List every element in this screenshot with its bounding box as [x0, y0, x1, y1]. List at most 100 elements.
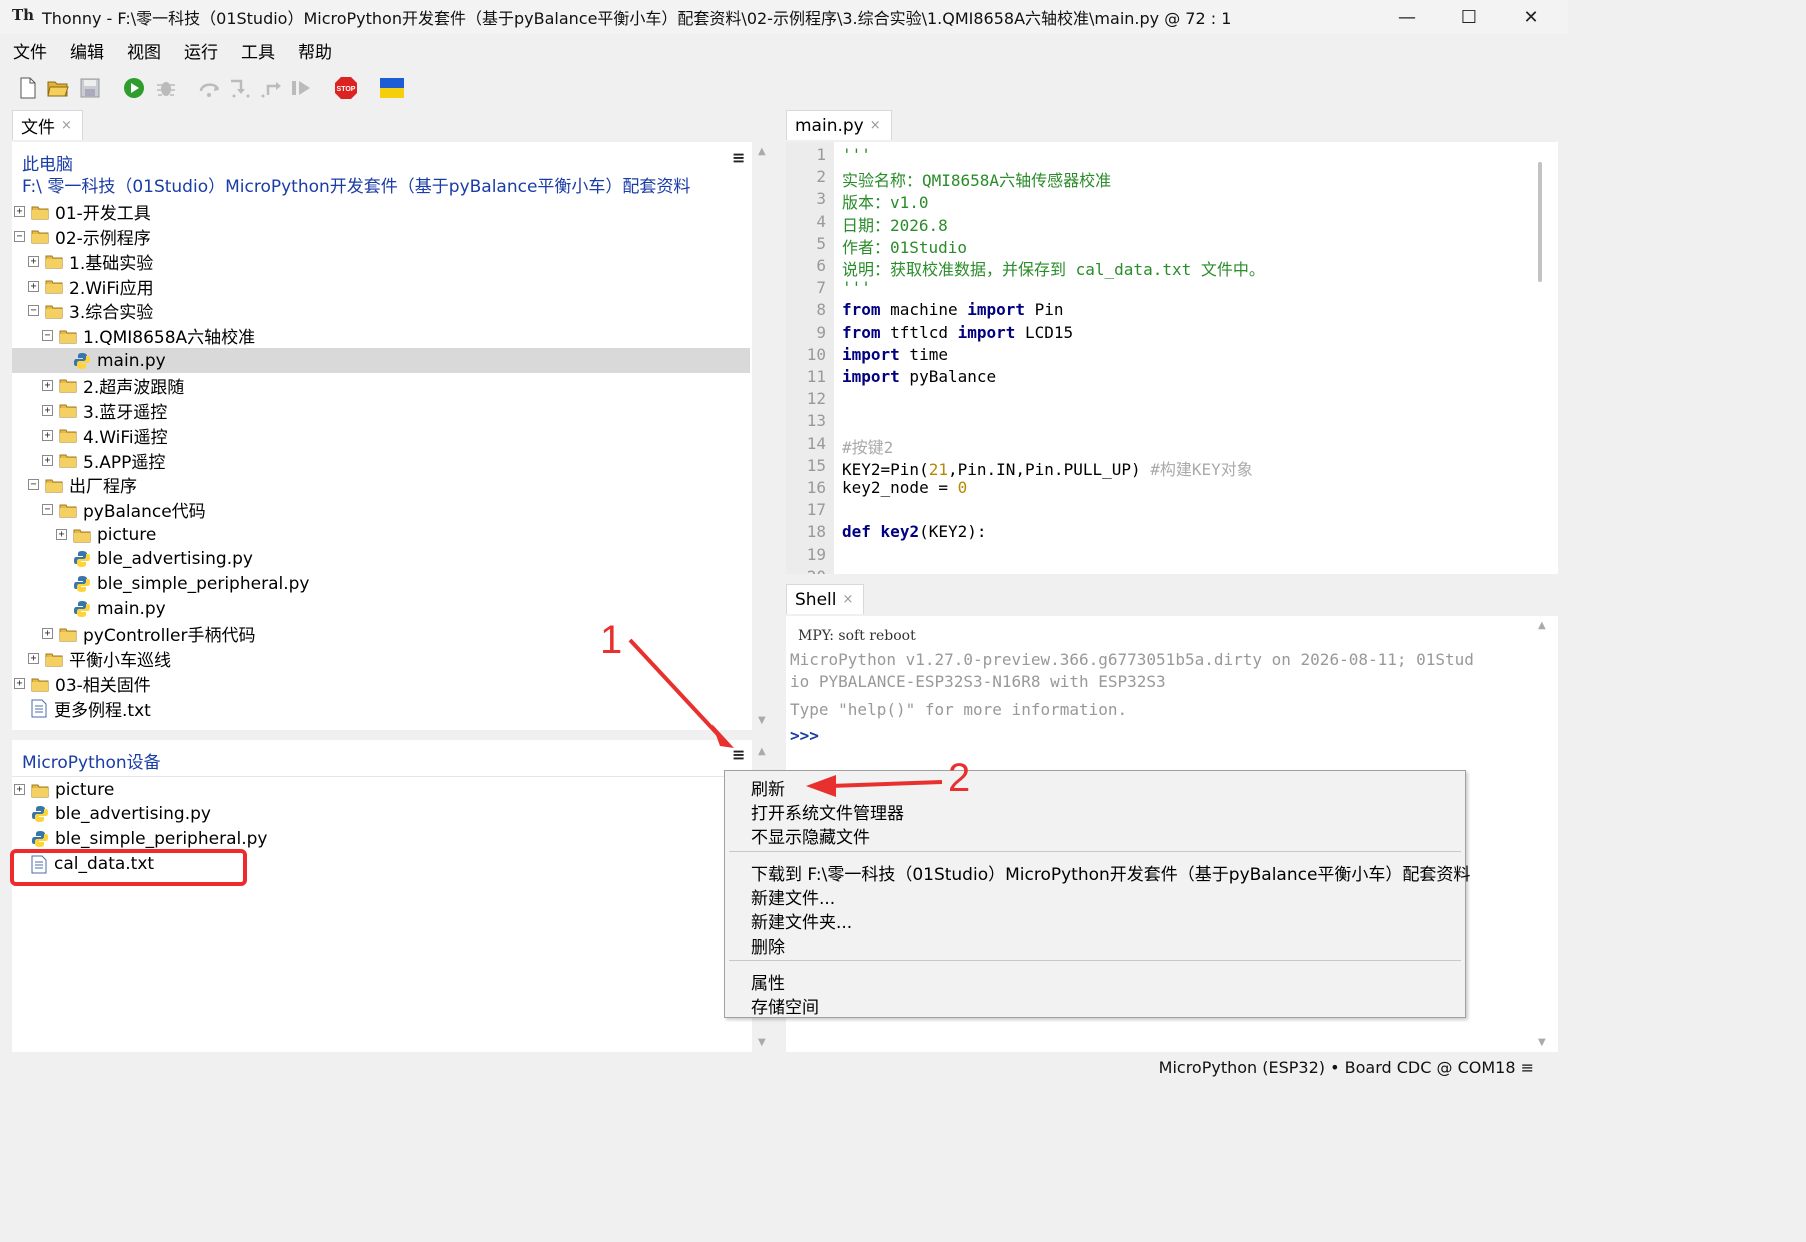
- file-tree-row[interactable]: +2.WiFi应用: [12, 274, 750, 299]
- tab-shell-close-icon[interactable]: ×: [842, 592, 853, 607]
- tab-main-py-close-icon[interactable]: ×: [870, 118, 881, 133]
- file-tree-row[interactable]: 更多例程.txt: [12, 696, 750, 721]
- device-tree-label: ble_simple_peripheral.py: [55, 829, 268, 850]
- menu-item-5[interactable]: 帮助: [285, 38, 342, 63]
- expand-icon[interactable]: +: [56, 529, 67, 541]
- minimize-button[interactable]: —: [1376, 0, 1438, 34]
- open-folder-icon[interactable]: [46, 76, 70, 100]
- code-line: 版本：v1.0: [842, 189, 929, 213]
- expand-icon[interactable]: +: [42, 404, 53, 416]
- tab-main-py[interactable]: main.py ×: [786, 110, 892, 140]
- menu-item-1[interactable]: 编辑: [57, 38, 114, 63]
- expand-icon[interactable]: +: [42, 628, 53, 640]
- file-tree-row[interactable]: main.py: [12, 348, 750, 374]
- expand-icon[interactable]: +: [42, 429, 53, 441]
- file-tree-row[interactable]: − 出厂程序: [12, 472, 750, 497]
- file-tree-row[interactable]: +5.APP遥控: [12, 448, 750, 473]
- files-panel-menu-icon[interactable]: ≡: [732, 148, 745, 167]
- file-tree-row[interactable]: + pyController手柄代码: [12, 621, 750, 646]
- code-token: 实验名称：QMI8658A六轴传感器校准: [842, 171, 1112, 191]
- context-menu-item[interactable]: 下载到 F:\零一科技（01Studio）MicroPython开发套件（基于p…: [751, 860, 1470, 885]
- collapse-icon[interactable]: −: [28, 305, 39, 317]
- maximize-button[interactable]: ☐: [1438, 0, 1500, 34]
- file-tree-row[interactable]: +3.蓝牙遥控: [12, 398, 750, 423]
- code-token: key2: [880, 522, 920, 542]
- collapse-icon[interactable]: −: [28, 479, 39, 491]
- context-menu-item[interactable]: 属性: [751, 969, 785, 994]
- save-icon[interactable]: [78, 76, 102, 100]
- interpreter-status[interactable]: MicroPython (ESP32) • Board CDC @ COM18 …: [1159, 1058, 1534, 1077]
- expand-icon[interactable]: +: [28, 255, 39, 267]
- collapse-icon[interactable]: −: [42, 330, 53, 342]
- file-tree-row[interactable]: + 平衡小车巡线: [12, 646, 750, 671]
- run-icon[interactable]: [122, 76, 146, 100]
- context-menu-item[interactable]: 删除: [751, 933, 785, 958]
- step-into-icon[interactable]: [228, 76, 252, 100]
- tab-shell[interactable]: Shell ×: [786, 584, 865, 614]
- stop-icon[interactable]: STOP: [334, 76, 358, 100]
- collapse-icon[interactable]: −: [14, 230, 25, 242]
- collapse-icon[interactable]: −: [42, 504, 53, 516]
- status-bar: MicroPython (ESP32) • Board CDC @ COM18 …: [0, 1056, 1568, 1078]
- shell-scrollbar[interactable]: ▲ ▼: [1534, 616, 1552, 1052]
- code-line: def key2(KEY2):: [842, 522, 987, 541]
- file-tree-row[interactable]: +1.基础实验: [12, 249, 750, 274]
- file-tree-row[interactable]: +01-开发工具: [12, 199, 750, 224]
- step-out-icon[interactable]: [260, 76, 284, 100]
- expand-icon[interactable]: +: [42, 379, 53, 391]
- line-number: 1: [816, 145, 826, 164]
- debug-icon[interactable]: [154, 76, 178, 100]
- file-tree-row[interactable]: +03-相关固件: [12, 671, 750, 696]
- menu-item-3[interactable]: 运行: [171, 38, 228, 63]
- file-tree-row[interactable]: − 1.QMI8658A六轴校准: [12, 323, 750, 348]
- line-number: 5: [816, 233, 826, 253]
- context-menu-item[interactable]: 新建文件夹...: [751, 908, 852, 933]
- context-menu-item[interactable]: 存储空间: [751, 993, 819, 1018]
- menu-item-4[interactable]: 工具: [228, 38, 285, 63]
- file-tree-row[interactable]: − 3.综合实验: [12, 298, 750, 323]
- context-menu-item[interactable]: 打开系统文件管理器: [751, 799, 904, 824]
- thonny-app-icon: Th: [12, 6, 35, 24]
- line-number: 15: [806, 455, 826, 475]
- device-tree-row[interactable]: ble_simple_peripheral.py: [12, 827, 750, 852]
- folder-icon: [31, 675, 49, 693]
- menu-item-0[interactable]: 文件: [0, 38, 57, 63]
- expand-icon[interactable]: +: [14, 678, 25, 690]
- code-token: import: [842, 367, 900, 386]
- expand-icon[interactable]: +: [42, 454, 53, 466]
- file-tree-label: 出厂程序: [69, 477, 137, 498]
- file-tree-row[interactable]: ble_simple_peripheral.py: [12, 572, 750, 597]
- context-menu-item[interactable]: 不显示隐藏文件: [751, 823, 870, 848]
- resume-icon[interactable]: [290, 76, 314, 100]
- device-tree-row[interactable]: + picture: [12, 777, 750, 802]
- editor-scrollbar-thumb[interactable]: [1538, 162, 1542, 282]
- file-tree-row[interactable]: ble_advertising.py: [12, 547, 750, 572]
- tab-files-close-icon[interactable]: ×: [61, 118, 72, 133]
- expand-icon[interactable]: +: [28, 653, 39, 665]
- file-tree-row[interactable]: +2.超声波跟随: [12, 373, 750, 398]
- expand-icon[interactable]: +: [14, 206, 25, 217]
- files-panel-path[interactable]: F:\ 零一科技（01Studio）MicroPython开发套件（基于pyBa…: [22, 172, 690, 197]
- code-token: import: [967, 300, 1026, 320]
- annotation-label-2: 2: [948, 756, 971, 800]
- code-token: machine: [880, 300, 968, 320]
- close-button[interactable]: ✕: [1500, 0, 1562, 34]
- code-editor[interactable]: 1234567891011121314151617181920 '''实验名称：…: [786, 142, 1558, 574]
- device-panel-menu-icon[interactable]: ≡: [732, 745, 745, 764]
- file-tree-row[interactable]: +4.WiFi遥控: [12, 423, 750, 448]
- file-tree-row[interactable]: main.py: [12, 597, 750, 622]
- files-panel-scrollbar[interactable]: ▲ ▼: [754, 142, 772, 730]
- expand-icon[interactable]: +: [14, 784, 25, 795]
- file-tree-row[interactable]: − 02-示例程序: [12, 224, 750, 249]
- context-menu-item[interactable]: 新建文件...: [751, 884, 835, 909]
- device-tree-row[interactable]: ble_advertising.py: [12, 802, 750, 827]
- menu-item-2[interactable]: 视图: [114, 38, 171, 63]
- tab-files[interactable]: 文件 ×: [12, 110, 83, 140]
- step-over-icon[interactable]: [198, 76, 222, 100]
- file-tree-row[interactable]: − pyBalance代码: [12, 497, 750, 522]
- file-tree-row[interactable]: + picture: [12, 522, 750, 547]
- code-token: from: [842, 322, 881, 342]
- expand-icon[interactable]: +: [28, 280, 39, 292]
- context-menu-item[interactable]: 刷新: [751, 775, 785, 800]
- new-file-icon[interactable]: [16, 76, 40, 100]
